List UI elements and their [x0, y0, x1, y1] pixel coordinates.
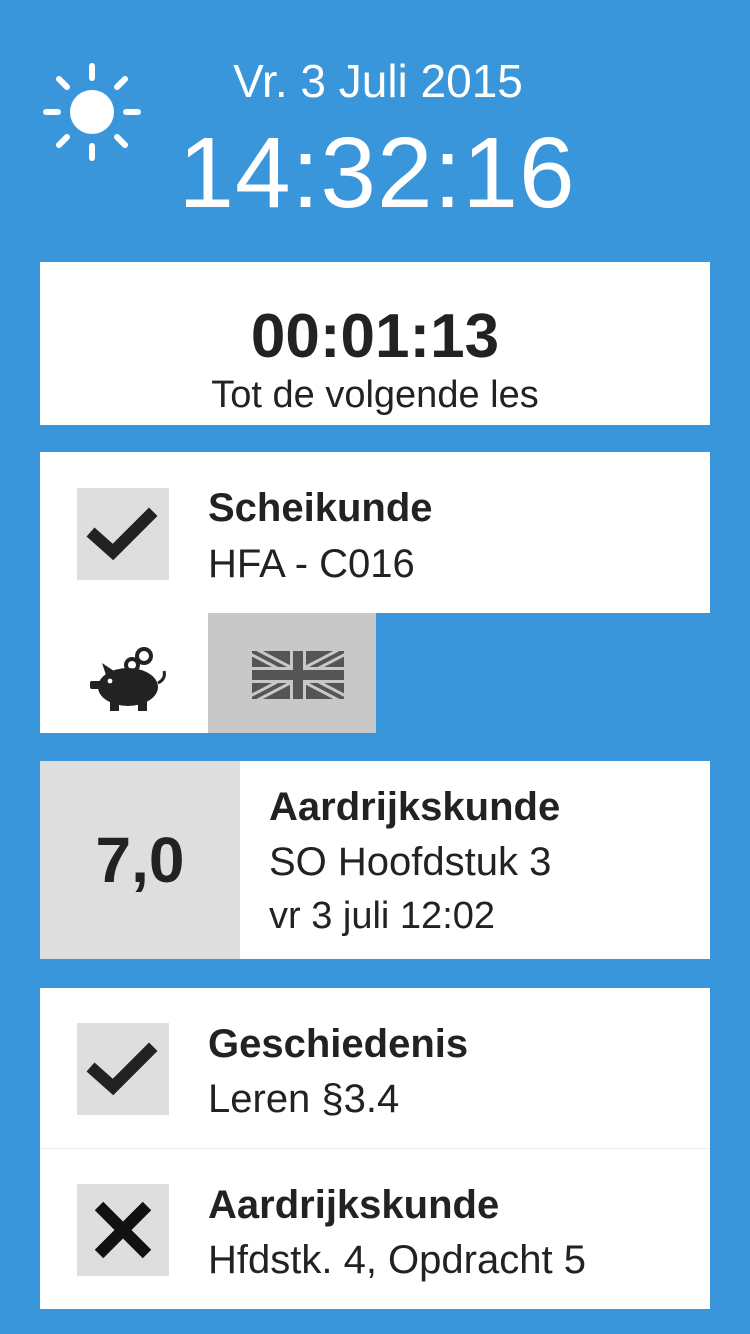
homework-item[interactable]: Geschiedenis Leren §3.4: [40, 988, 710, 1148]
grade-description: SO Hoofdstuk 3: [269, 840, 552, 884]
checkmark-icon: [86, 1042, 158, 1096]
countdown-card: 00:01:13 Tot de volgende les: [40, 262, 710, 425]
grade-datetime: vr 3 juli 12:02: [269, 895, 496, 937]
grade-card[interactable]: 7,0 Aardrijkskunde SO Hoofdstuk 3 vr 3 j…: [40, 761, 710, 959]
cross-icon: [94, 1201, 152, 1259]
current-time: 14:32:16: [178, 117, 576, 229]
homework-subject: Aardrijkskunde: [208, 1183, 500, 1227]
header: Vr. 3 Juli 2015 14:32:16: [0, 0, 750, 250]
lesson-badges: [40, 613, 376, 733]
english-language-badge[interactable]: [208, 613, 376, 733]
checkmark-icon: [86, 507, 158, 561]
homework-subject: Geschiedenis: [208, 1022, 469, 1066]
homework-task: Hfdstk. 4, Opdracht 5: [208, 1238, 586, 1282]
grade-subject: Aardrijkskunde: [269, 785, 561, 829]
lesson-subject: Scheikunde: [208, 486, 433, 530]
lesson-info: Scheikunde HFA - C016: [40, 452, 710, 613]
homework-status-checkbox[interactable]: [77, 1023, 169, 1115]
homework-status-checkbox[interactable]: [77, 1184, 169, 1276]
next-lesson-card[interactable]: Scheikunde HFA - C016: [40, 452, 710, 733]
countdown-label: Tot de volgende les: [211, 374, 539, 416]
piggy-bank-icon[interactable]: [88, 643, 168, 713]
lesson-location: HFA - C016: [208, 542, 415, 586]
homework-item[interactable]: Aardrijkskunde Hfdstk. 4, Opdracht 5: [40, 1149, 710, 1309]
grade-value: 7,0: [95, 824, 185, 896]
homework-card: Geschiedenis Leren §3.4 Aardrijkskunde H…: [40, 988, 710, 1309]
grade-tile: 7,0: [40, 761, 240, 959]
countdown-value: 00:01:13: [250, 302, 500, 371]
uk-flag-icon: [252, 651, 344, 699]
homework-task: Leren §3.4: [208, 1077, 400, 1121]
current-date: Vr. 3 Juli 2015: [233, 55, 523, 107]
lesson-status-checkbox[interactable]: [77, 488, 169, 580]
